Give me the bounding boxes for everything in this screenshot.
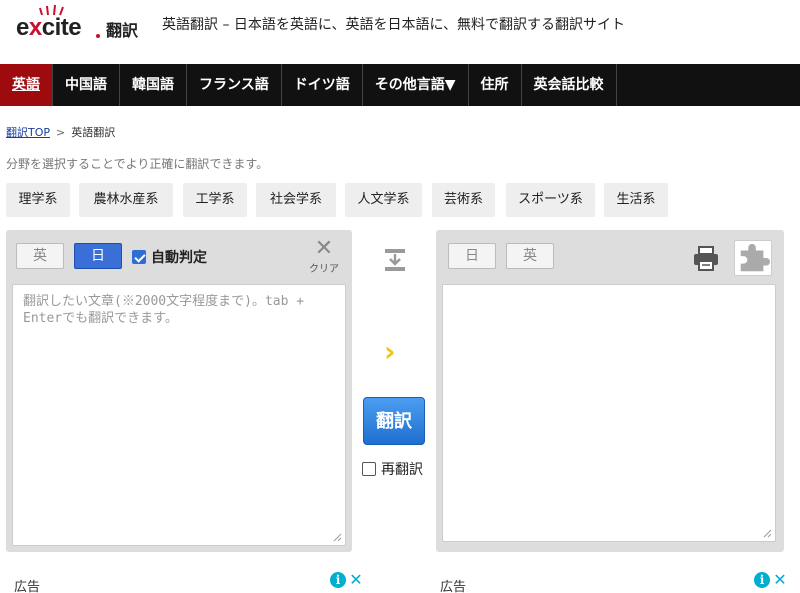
auto-detect-label: 自動判定 [151, 250, 207, 266]
printer-icon[interactable] [692, 244, 720, 272]
retranslate-toggle[interactable]: 再翻訳 [362, 459, 423, 479]
translate-button[interactable]: 翻訳 [363, 397, 425, 445]
nav-item-0[interactable]: 英語 [0, 64, 53, 106]
page-title: 英語翻訳 – 日本語を英語に、英語を日本語に、無料で翻訳する翻訳サイト [162, 17, 626, 33]
swap-down-icon[interactable] [384, 248, 406, 272]
ad-close-icon[interactable]: ✕ [348, 572, 364, 588]
clear-label: クリア [309, 264, 339, 275]
target-lang-japanese-button[interactable]: 日 [448, 243, 496, 269]
category-button[interactable]: 工学系 [183, 183, 247, 217]
source-text-input[interactable]: 翻訳したい文章(※2000文字程度まで)。tab + Enterでも翻訳できます… [12, 284, 346, 546]
nav-item-3[interactable]: フランス語 [187, 64, 282, 106]
ad-label-right: 広告 [440, 580, 467, 593]
category-instruction: 分野を選択することでより正確に翻訳できます。 [6, 157, 269, 171]
category-button[interactable]: 生活系 [604, 183, 668, 217]
category-button[interactable]: 農林水産系 [79, 183, 173, 217]
excite-logo[interactable]: excite 翻訳 [16, 4, 146, 42]
nav-item-2[interactable]: 韓国語 [120, 64, 187, 106]
translation-output[interactable] [442, 284, 776, 542]
clear-icon: ✕ [314, 236, 334, 261]
resize-handle-icon[interactable] [762, 528, 772, 538]
puzzle-icon [740, 243, 770, 272]
breadcrumb: 翻訳TOP > 英語翻訳 [6, 124, 115, 140]
auto-detect-checkbox[interactable] [132, 250, 146, 264]
site-header: excite 翻訳 英語翻訳 – 日本語を英語に、英語を日本語に、無料で翻訳する… [0, 0, 800, 48]
ad-controls-right: i ✕ [754, 572, 788, 588]
extension-button[interactable] [734, 240, 772, 276]
resize-handle-icon[interactable] [332, 532, 342, 542]
ad-info-icon[interactable]: i [330, 572, 346, 588]
source-lang-english-button[interactable]: 英 [16, 243, 64, 269]
nav-item-4[interactable]: ドイツ語 [282, 64, 363, 106]
nav-item-7[interactable]: 英会話比較 [522, 64, 617, 106]
target-lang-english-button[interactable]: 英 [506, 243, 554, 269]
category-button[interactable]: 理学系 [6, 183, 70, 217]
source-placeholder: 翻訳したい文章(※2000文字程度まで)。tab + Enterでも翻訳できます… [23, 294, 305, 326]
breadcrumb-home-link[interactable]: 翻訳TOP [6, 126, 50, 139]
clear-button[interactable]: ✕ クリア [306, 236, 342, 276]
nav-item-5[interactable]: その他言語▼ [363, 64, 469, 106]
ad-label-left: 広告 [14, 580, 41, 593]
breadcrumb-current: 英語翻訳 [71, 126, 116, 139]
language-nav: 英語 中国語 韓国語 フランス語 ドイツ語 その他言語▼ 住所 英会話比較 [0, 64, 800, 106]
category-button[interactable]: 社会学系 [256, 183, 336, 217]
category-button[interactable]: 人文学系 [345, 183, 422, 217]
breadcrumb-separator: > [56, 126, 66, 139]
source-panel: 英 日 自動判定 ✕ クリア 翻訳したい文章(※2000文字程度まで)。tab … [6, 230, 352, 552]
retranslate-checkbox[interactable] [362, 462, 376, 476]
logo-dot [96, 34, 100, 38]
source-lang-japanese-button[interactable]: 日 [74, 243, 122, 269]
logo-word: excite [16, 14, 82, 41]
ad-info-icon[interactable]: i [754, 572, 770, 588]
logo-suffix: 翻訳 [106, 21, 139, 40]
category-button[interactable]: スポーツ系 [506, 183, 595, 217]
chevron-right-icon: › [384, 335, 396, 368]
ad-controls-left: i ✕ [330, 572, 364, 588]
ad-close-icon[interactable]: ✕ [772, 572, 788, 588]
auto-detect-toggle[interactable]: 自動判定 [132, 247, 207, 267]
category-button[interactable]: 芸術系 [432, 183, 495, 217]
nav-item-6[interactable]: 住所 [469, 64, 522, 106]
nav-item-1[interactable]: 中国語 [53, 64, 120, 106]
target-panel: 日 英 [436, 230, 784, 552]
retranslate-label: 再翻訳 [381, 462, 423, 478]
